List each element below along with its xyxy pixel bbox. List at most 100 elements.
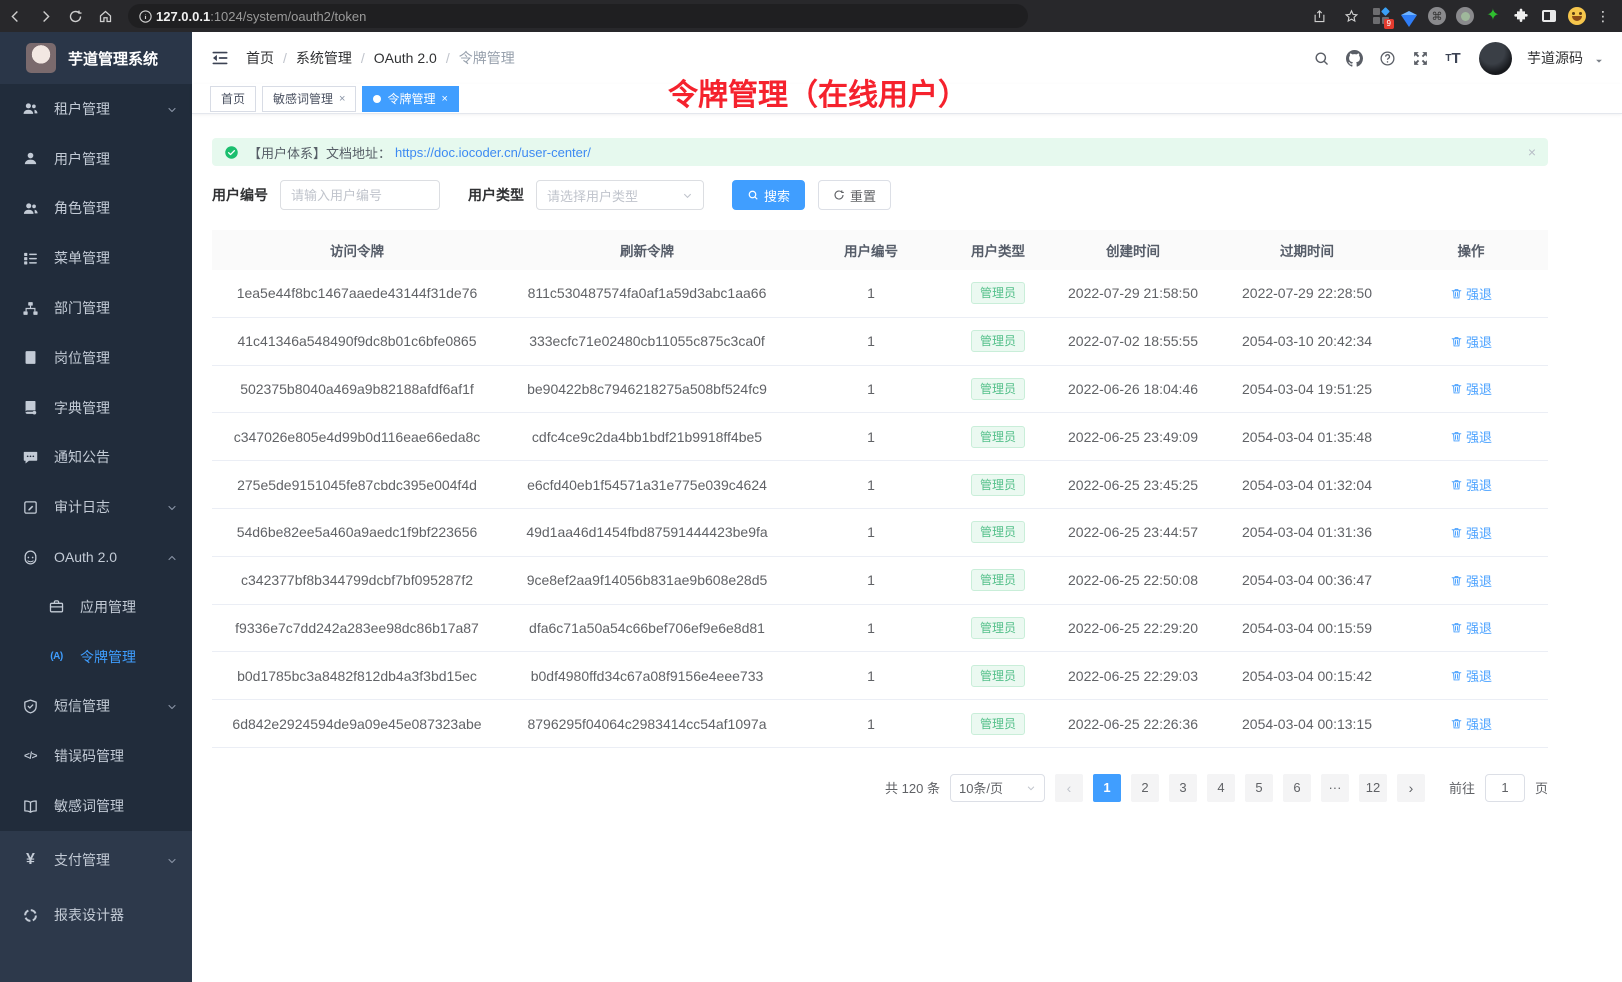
page-button-2[interactable]: 2 (1131, 774, 1159, 802)
user-type-cell: 管理员 (950, 330, 1046, 352)
chevron-up-icon (166, 551, 178, 563)
user-id-input[interactable] (280, 180, 440, 210)
profile-avatar-emoji[interactable] (1564, 5, 1590, 27)
sidebar-item-report[interactable]: 报表设计器 (0, 888, 192, 943)
site-info-icon[interactable] (134, 4, 156, 28)
share-icon[interactable] (1304, 4, 1334, 28)
next-page-button[interactable]: › (1397, 774, 1425, 802)
sidebar-item-label: OAuth 2.0 (54, 549, 117, 565)
github-icon[interactable] (1341, 45, 1367, 71)
bookmark-star-icon[interactable] (1336, 4, 1366, 28)
home-icon[interactable] (90, 4, 120, 28)
column-header: 操作 (1394, 240, 1548, 260)
force-logout-button[interactable]: 强退 (1450, 475, 1492, 494)
sidebar-item-code[interactable]: </>错误码管理 (0, 731, 192, 781)
expire-time-cell: 2054-03-10 20:42:34 (1220, 333, 1394, 349)
page-button-5[interactable]: 5 (1245, 774, 1273, 802)
prev-page-button[interactable]: ‹ (1055, 774, 1083, 802)
gem-extension-icon[interactable] (1396, 5, 1422, 27)
user-avatar[interactable] (1479, 42, 1512, 75)
force-logout-button[interactable]: 强退 (1450, 571, 1492, 590)
refresh-token-cell: 811c530487574fa0af1a59d3abc1aa66 (502, 285, 792, 301)
help-icon[interactable] (1374, 45, 1400, 71)
doc-link[interactable]: https://doc.iocoder.cn/user-center/ (395, 145, 591, 160)
search-button[interactable]: 搜索 (732, 180, 805, 210)
tab-首页[interactable]: 首页 (210, 86, 256, 112)
tab-label: 敏感词管理 (273, 90, 333, 107)
breadcrumb-system[interactable]: 系统管理 (296, 48, 352, 68)
tab-令牌管理[interactable]: 令牌管理× (362, 86, 458, 112)
user-type-select[interactable]: 请选择用户类型 (536, 180, 704, 210)
page-button-12[interactable]: 12 (1359, 774, 1387, 802)
chevron-down-icon (1026, 783, 1036, 793)
force-logout-button[interactable]: 强退 (1450, 523, 1492, 542)
goto-page-input[interactable] (1485, 774, 1525, 802)
annotation-title: 令牌管理（在线用户） (668, 70, 968, 114)
trash-icon (1450, 526, 1463, 539)
browser-menu-icon[interactable]: ⋮ (1592, 8, 1614, 25)
user-id-cell: 1 (792, 285, 950, 301)
tab-敏感词管理[interactable]: 敏感词管理 × (262, 86, 356, 112)
column-header: 过期时间 (1220, 240, 1394, 260)
table-header-row: 访问令牌刷新令牌用户编号用户类型创建时间过期时间操作 (212, 230, 1548, 270)
sidebar-item-oauth[interactable]: OAuth 2.0 (0, 532, 192, 582)
url-host: 127.0.0.1 (156, 9, 210, 24)
close-icon[interactable]: × (1528, 144, 1536, 160)
force-logout-button[interactable]: 强退 (1450, 618, 1492, 637)
reset-button[interactable]: 重置 (818, 180, 891, 210)
refresh-token-cell: 49d1aa46d1454fbd87591444423be9fa (502, 524, 792, 540)
fullscreen-icon[interactable] (1407, 45, 1433, 71)
more-pages-button[interactable]: ··· (1321, 774, 1349, 802)
puzzle-extension-icon[interactable] (1508, 5, 1534, 27)
search-icon[interactable] (1308, 45, 1334, 71)
sidebar-item-role[interactable]: 角色管理 (0, 184, 192, 234)
user-name[interactable]: 芋道源码 (1527, 48, 1583, 68)
sidebar-fold-icon[interactable] (210, 48, 230, 68)
close-icon[interactable]: × (441, 93, 447, 105)
forward-icon[interactable] (30, 4, 60, 28)
chevron-down-icon[interactable] (1594, 53, 1604, 63)
record-extension-icon[interactable] (1452, 5, 1478, 27)
sidebar-item-post[interactable]: 岗位管理 (0, 333, 192, 383)
page-button-1[interactable]: 1 (1093, 774, 1121, 802)
page-button-6[interactable]: 6 (1283, 774, 1311, 802)
sidebar-item-sms[interactable]: 短信管理 (0, 682, 192, 732)
reload-icon[interactable] (60, 4, 90, 28)
sidebar-item-token[interactable]: (A)令牌管理 (0, 632, 192, 682)
sidebar-item-dict[interactable]: 字典管理 (0, 383, 192, 433)
sidebar-item-tree[interactable]: 部门管理 (0, 283, 192, 333)
force-logout-button[interactable]: 强退 (1450, 332, 1492, 351)
force-logout-button[interactable]: 强退 (1450, 284, 1492, 303)
sidebar-item-pay[interactable]: ¥支付管理 (0, 833, 192, 888)
command-extension-icon[interactable]: ⌘ (1424, 5, 1450, 27)
sidebar-item-user[interactable]: 用户管理 (0, 134, 192, 184)
sidebar-item-users[interactable]: 租户管理 (0, 84, 192, 134)
page-button-3[interactable]: 3 (1169, 774, 1197, 802)
user-type-cell: 管理员 (950, 378, 1046, 400)
sidebar-item-book[interactable]: 敏感词管理 (0, 781, 192, 831)
force-logout-button[interactable]: 强退 (1450, 714, 1492, 733)
address-bar[interactable]: 127.0.0.1:1024/system/oauth2/token (128, 4, 1028, 28)
sms-icon (22, 698, 39, 715)
breadcrumb-home[interactable]: 首页 (246, 48, 274, 68)
breadcrumb-oauth[interactable]: OAuth 2.0 (374, 50, 437, 66)
logo-bar[interactable]: 芋道管理系统 (0, 32, 192, 84)
green-star-extension-icon[interactable]: ✦ (1480, 5, 1506, 27)
force-logout-button[interactable]: 强退 (1450, 379, 1492, 398)
extension-grid-icon[interactable]: 9 (1368, 5, 1394, 27)
font-size-icon[interactable]: TT (1440, 45, 1466, 71)
sidebar-item-notice[interactable]: 通知公告 (0, 433, 192, 483)
force-logout-button[interactable]: 强退 (1450, 666, 1492, 685)
log-icon (22, 499, 39, 516)
page-button-4[interactable]: 4 (1207, 774, 1235, 802)
close-icon[interactable]: × (339, 93, 345, 105)
back-icon[interactable] (0, 4, 30, 28)
oauth-icon (22, 549, 39, 566)
sidebar-item-app[interactable]: 应用管理 (0, 582, 192, 632)
side-panel-icon[interactable] (1536, 5, 1562, 27)
sidebar-item-menu[interactable]: 菜单管理 (0, 233, 192, 283)
force-logout-button[interactable]: 强退 (1450, 427, 1492, 446)
page-size-select[interactable]: 10条/页 (950, 774, 1045, 802)
user-id-cell: 1 (792, 429, 950, 445)
sidebar-item-log[interactable]: 审计日志 (0, 482, 192, 532)
